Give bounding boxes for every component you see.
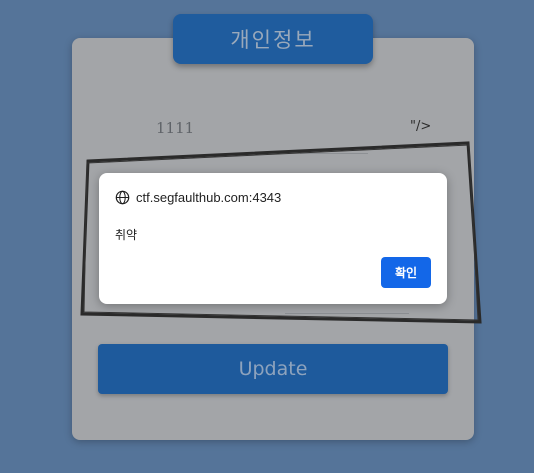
dialog-origin: ctf.segfaulthub.com:4343 (115, 190, 281, 205)
dialog-origin-text: ctf.segfaulthub.com:4343 (136, 190, 282, 205)
ok-button[interactable]: 확인 (381, 257, 431, 288)
field-underline (300, 153, 368, 154)
update-button[interactable]: Update (98, 344, 448, 394)
field-value: 1111 (156, 119, 195, 137)
injected-text: "/> (410, 119, 432, 134)
dialog-message: 취약 (115, 228, 138, 242)
page-title: 개인정보 (173, 14, 373, 64)
field-underline (285, 313, 409, 314)
globe-icon (115, 190, 130, 205)
alert-dialog: ctf.segfaulthub.com:4343 취약 확인 (99, 173, 447, 304)
